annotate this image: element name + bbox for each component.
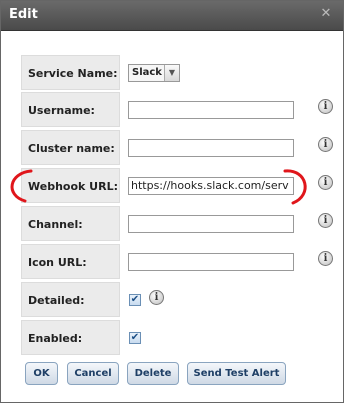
username-info-icon[interactable]: i xyxy=(318,99,333,114)
form-row-service-name: Service Name: Slack ▼ xyxy=(21,55,298,92)
channel-label-cell: Channel: xyxy=(21,206,120,241)
form-row-webhook-url: Webhook URL: https://hooks.slack.com/ser… xyxy=(21,168,298,205)
service-name-selected-value: Slack xyxy=(132,67,162,78)
service-name-select[interactable]: Slack ▼ xyxy=(128,64,180,82)
icon-url-field-cell xyxy=(121,244,298,279)
icon-url-info-icon[interactable]: i xyxy=(318,251,333,266)
cluster-name-label-cell: Cluster name: xyxy=(21,130,120,165)
form-row-enabled: Enabled: ✔ xyxy=(21,320,298,357)
webhook-url-info-icon[interactable]: i xyxy=(318,175,333,190)
cluster-name-label: Cluster name: xyxy=(28,142,115,155)
webhook-url-field-cell: https://hooks.slack.com/serv xyxy=(121,168,298,203)
webhook-url-label: Webhook URL: xyxy=(28,180,118,193)
enabled-label: Enabled: xyxy=(28,332,83,345)
edit-dialog: Edit ✕ Service Name: Slack ▼ Username: i… xyxy=(0,0,344,403)
channel-input[interactable] xyxy=(128,215,294,233)
cluster-name-info-icon[interactable]: i xyxy=(318,137,333,152)
detailed-label: Detailed: xyxy=(28,294,85,307)
username-label-cell: Username: xyxy=(21,92,120,127)
cluster-name-input[interactable] xyxy=(128,139,294,157)
webhook-url-label-cell: Webhook URL: xyxy=(21,168,120,203)
channel-info-icon[interactable]: i xyxy=(318,213,333,228)
channel-field-cell xyxy=(121,206,298,241)
username-field-cell xyxy=(121,92,298,127)
dialog-title: Edit xyxy=(9,7,38,22)
form-row-channel: Channel: xyxy=(21,206,298,243)
username-label: Username: xyxy=(28,104,95,117)
cluster-name-field-cell xyxy=(121,130,298,165)
icon-url-label: Icon URL: xyxy=(28,256,87,269)
dialog-titlebar[interactable]: Edit ✕ xyxy=(1,1,343,31)
service-name-label-cell: Service Name: xyxy=(21,55,120,90)
detailed-info-icon[interactable]: i xyxy=(149,290,164,305)
close-icon[interactable]: ✕ xyxy=(319,7,333,21)
webhook-url-input[interactable]: https://hooks.slack.com/serv xyxy=(128,177,294,195)
username-input[interactable] xyxy=(128,101,294,119)
icon-url-label-cell: Icon URL: xyxy=(21,244,120,279)
detailed-label-cell: Detailed: xyxy=(21,282,120,317)
chevron-down-icon[interactable]: ▼ xyxy=(164,65,179,81)
cancel-button[interactable]: Cancel xyxy=(67,362,119,385)
ok-button[interactable]: OK xyxy=(25,362,58,385)
enabled-checkbox[interactable]: ✔ xyxy=(129,332,141,344)
delete-button[interactable]: Delete xyxy=(127,362,179,385)
form-row-cluster-name: Cluster name: xyxy=(21,130,298,167)
channel-label: Channel: xyxy=(28,218,83,231)
service-name-field-cell: Slack ▼ xyxy=(121,55,298,90)
detailed-checkbox[interactable]: ✔ xyxy=(129,294,141,306)
service-name-label: Service Name: xyxy=(28,67,118,80)
form-row-username: Username: xyxy=(21,92,298,129)
send-test-alert-button[interactable]: Send Test Alert xyxy=(187,362,286,385)
icon-url-input[interactable] xyxy=(128,253,294,271)
detailed-field-cell: ✔ xyxy=(121,282,298,317)
enabled-field-cell: ✔ xyxy=(121,320,298,355)
enabled-label-cell: Enabled: xyxy=(21,320,120,355)
form-row-icon-url: Icon URL: xyxy=(21,244,298,281)
